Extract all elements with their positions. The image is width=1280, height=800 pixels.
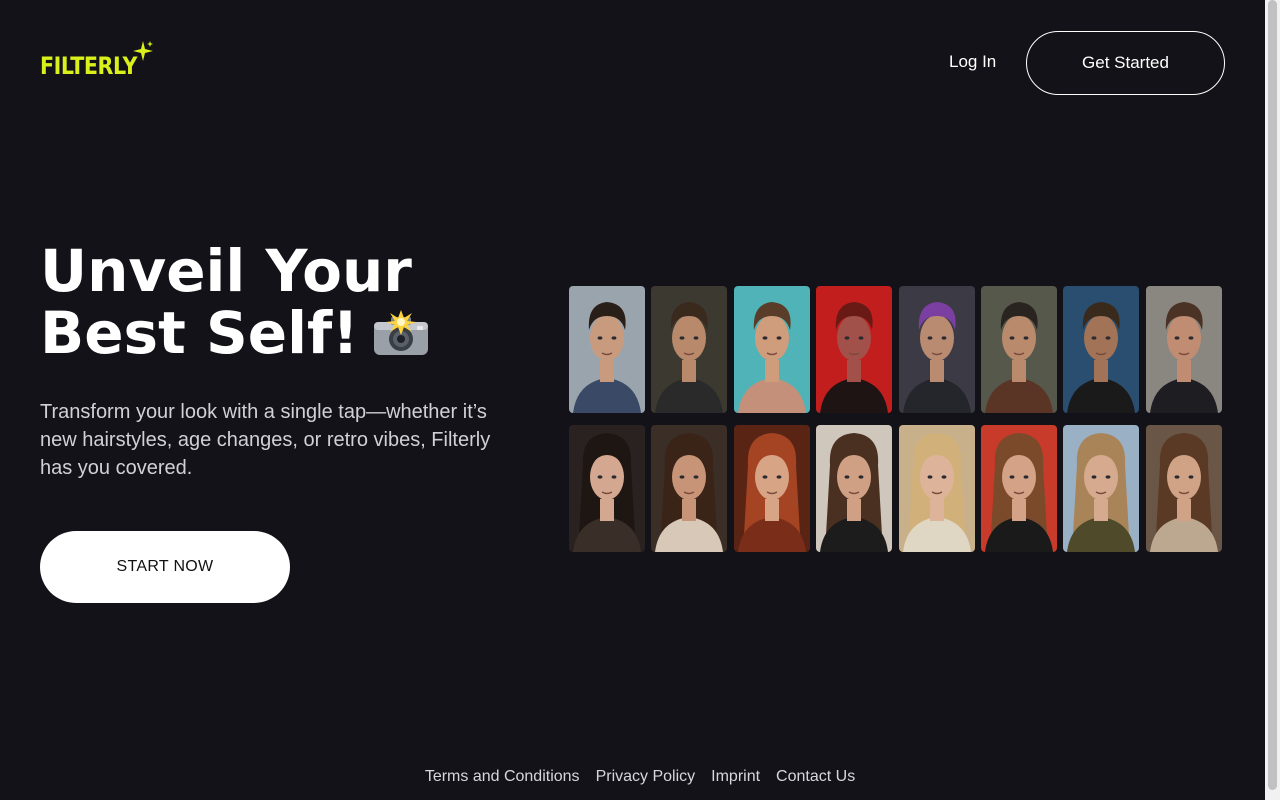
portrait-image <box>651 286 728 413</box>
start-now-button[interactable]: START NOW <box>40 531 290 603</box>
scrollbar-thumb[interactable] <box>1268 0 1277 790</box>
hero-title: Unveil Your Best Self! <box>40 240 540 364</box>
portrait-image <box>569 286 645 413</box>
login-button[interactable]: Log In <box>949 52 996 72</box>
hero-title-line-1: Unveil Your <box>40 237 412 305</box>
portrait-tile[interactable] <box>651 286 728 413</box>
hero-title-line-2: Best Self! <box>40 302 540 364</box>
portrait-gallery <box>569 286 1224 552</box>
portrait-tile[interactable] <box>980 425 1057 552</box>
camera-flash-icon <box>373 309 428 355</box>
portrait-tile[interactable] <box>980 286 1057 413</box>
portrait-image <box>1063 286 1140 413</box>
portrait-tile[interactable] <box>733 425 810 552</box>
scrollbar[interactable] <box>1265 0 1280 800</box>
portrait-tile[interactable] <box>816 425 893 552</box>
portrait-tile[interactable] <box>569 286 645 413</box>
portrait-tile[interactable] <box>733 286 810 413</box>
portrait-image <box>569 425 645 552</box>
portrait-tile[interactable] <box>1063 286 1140 413</box>
portrait-tile[interactable] <box>651 425 728 552</box>
portrait-image <box>980 425 1057 552</box>
hero-subtitle: Transform your look with a single tap—wh… <box>40 401 491 479</box>
footer-link-privacy[interactable]: Privacy Policy <box>596 768 696 786</box>
portrait-tile[interactable] <box>898 425 975 552</box>
footer-links: Terms and Conditions Privacy Policy Impr… <box>0 768 1280 786</box>
portrait-image <box>898 286 975 413</box>
portrait-image <box>1063 425 1140 552</box>
portrait-image <box>651 425 728 552</box>
hero-title-text-2: Best Self! <box>40 299 359 367</box>
portrait-tile[interactable] <box>1145 425 1222 552</box>
portrait-tile[interactable] <box>1063 425 1140 552</box>
portrait-image <box>980 286 1057 413</box>
portrait-tile[interactable] <box>816 286 893 413</box>
footer-link-terms[interactable]: Terms and Conditions <box>425 768 580 786</box>
logo-text: FILTERLY <box>40 52 138 80</box>
logo[interactable]: FILTERLY <box>40 40 153 80</box>
portrait-image <box>816 425 893 552</box>
portrait-image <box>733 425 810 552</box>
sparkle-icon <box>133 41 153 61</box>
get-started-button[interactable]: Get Started <box>1026 31 1225 95</box>
portrait-tile[interactable] <box>1145 286 1222 413</box>
portrait-image <box>816 286 893 413</box>
footer-link-imprint[interactable]: Imprint <box>711 768 760 786</box>
portrait-tile[interactable] <box>898 286 975 413</box>
portrait-image <box>898 425 975 552</box>
portrait-image <box>733 286 810 413</box>
portrait-tile[interactable] <box>569 425 645 552</box>
portrait-image <box>1145 425 1222 552</box>
portrait-image <box>1145 286 1222 413</box>
footer-link-contact[interactable]: Contact Us <box>776 768 855 786</box>
